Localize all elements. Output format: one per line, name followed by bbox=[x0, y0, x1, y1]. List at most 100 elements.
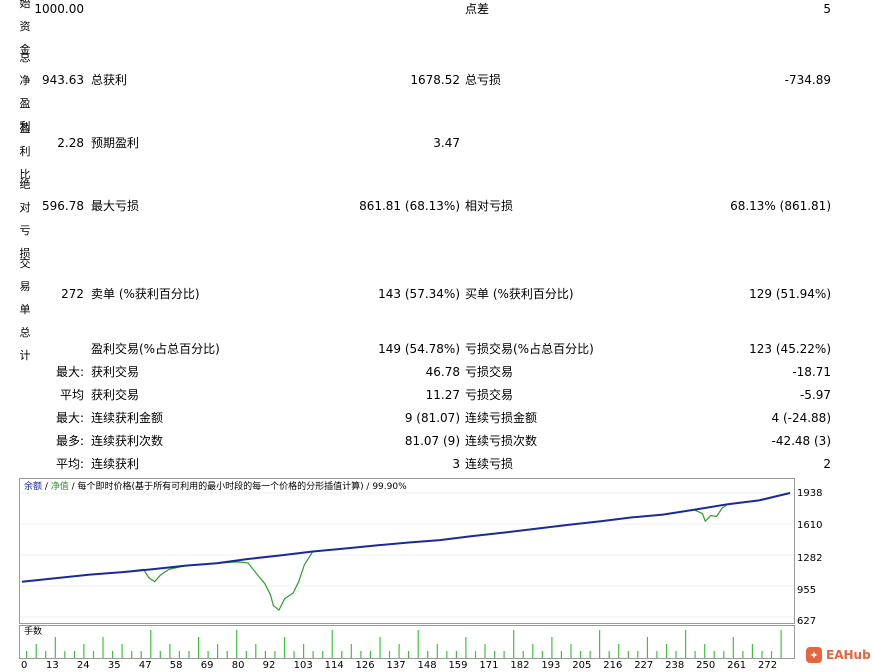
y-tick-label: 955 bbox=[797, 585, 817, 596]
volume-bar bbox=[26, 651, 28, 658]
volume-bar bbox=[608, 651, 610, 658]
volume-bar bbox=[474, 651, 477, 658]
row-value: 1000.00 bbox=[34, 2, 84, 16]
stat-label-2: 连续亏损 bbox=[465, 457, 514, 471]
row-value-2: 68.13% (861.81) bbox=[730, 199, 831, 213]
volume-bar bbox=[398, 644, 400, 658]
row-label-2: 总亏损 bbox=[465, 73, 502, 87]
volume-bar bbox=[35, 644, 37, 658]
y-tick-label: 1938 bbox=[797, 488, 823, 499]
x-tick-label: 238 bbox=[665, 660, 685, 671]
chart-legend: 余额 / 净值 / 每个即时价格(基于所有可利用的最小时段的每一个价格的分形插值… bbox=[24, 481, 407, 493]
stat-value-1: 149 (54.78%) bbox=[378, 342, 460, 356]
volume-bar bbox=[484, 644, 486, 658]
row-value-1: 3.47 bbox=[433, 136, 460, 150]
y-tick-label: 1282 bbox=[797, 553, 823, 564]
volume-bar bbox=[236, 630, 238, 658]
volume-bar bbox=[45, 651, 47, 658]
stat-lead: 平均: bbox=[55, 457, 84, 471]
volume-bar bbox=[207, 651, 209, 658]
stat-label-2: 亏损交易(%占总百分比) bbox=[465, 342, 594, 356]
row-label-1: 总获利 bbox=[91, 73, 128, 87]
volume-bar bbox=[465, 637, 467, 658]
row-label-2: 买单 (%获利百分比) bbox=[465, 287, 574, 301]
volume-bar bbox=[665, 644, 668, 658]
stat-label-1: 连续获利金额 bbox=[91, 411, 164, 425]
volume-bar bbox=[780, 630, 782, 658]
x-tick-label: 92 bbox=[262, 660, 276, 671]
row-value-2: -734.89 bbox=[784, 73, 831, 87]
x-tick-label: 182 bbox=[510, 660, 530, 671]
volume-bar bbox=[685, 630, 687, 658]
volume-bar bbox=[417, 630, 419, 658]
volume-bar bbox=[217, 644, 219, 658]
stat-label-1: 获利交易 bbox=[91, 365, 140, 379]
volume-bar bbox=[64, 651, 66, 658]
row-value: 596.78 bbox=[42, 199, 84, 213]
volume-bar bbox=[570, 644, 572, 658]
volume-bar bbox=[293, 651, 295, 658]
row-value: 2.28 bbox=[57, 136, 84, 150]
x-tick-label: 103 bbox=[293, 660, 313, 671]
volume-bar bbox=[742, 651, 744, 658]
volume-bar bbox=[723, 651, 725, 658]
stat-label-1: 连续获利次数 bbox=[91, 434, 164, 448]
volume-bar bbox=[522, 651, 524, 658]
stat-value-1: 9 (81.07) bbox=[404, 411, 460, 425]
row-value: 943.63 bbox=[42, 73, 84, 87]
stat-label-2: 亏损交易 bbox=[465, 388, 514, 402]
volume-bar bbox=[369, 651, 371, 658]
stat-label-1: 盈利交易(%占总百分比) bbox=[91, 342, 220, 356]
volume-bar bbox=[589, 651, 591, 658]
x-tick-label: 69 bbox=[200, 660, 214, 671]
volume-bar bbox=[579, 651, 582, 658]
x-tick-label: 205 bbox=[572, 660, 592, 671]
y-tick-label: 627 bbox=[797, 616, 817, 627]
equity-line bbox=[21, 492, 791, 612]
balance-line bbox=[21, 492, 791, 583]
x-tick-label: 114 bbox=[324, 660, 344, 671]
volume-bar bbox=[264, 651, 266, 658]
balance-chart-svg bbox=[20, 492, 794, 618]
stat-value-1: 81.07 (9) bbox=[404, 434, 460, 448]
volume-bar bbox=[150, 630, 152, 658]
volume-bar bbox=[656, 651, 658, 658]
stat-label-1: 获利交易 bbox=[91, 388, 140, 402]
x-tick-label: 227 bbox=[634, 660, 654, 671]
row-value-1: 861.81 (68.13%) bbox=[359, 199, 460, 213]
volume-bar bbox=[732, 637, 734, 658]
volume-bar bbox=[178, 651, 180, 658]
volume-bar bbox=[197, 637, 200, 658]
volume-bar bbox=[675, 651, 677, 658]
volume-bar bbox=[494, 651, 496, 658]
volume-bar bbox=[322, 651, 324, 658]
volume-bar bbox=[427, 651, 429, 658]
volume-bar bbox=[455, 651, 457, 658]
volume-bar bbox=[121, 644, 123, 658]
volume-bar bbox=[532, 644, 534, 658]
volume-bar bbox=[599, 630, 601, 658]
x-tick-label: 24 bbox=[76, 660, 90, 671]
stat-value-2: 2 bbox=[823, 457, 831, 471]
x-tick-label: 13 bbox=[45, 660, 59, 671]
row-value-2: 129 (51.94%) bbox=[749, 287, 831, 301]
volume-bar bbox=[627, 651, 629, 658]
volume-bar bbox=[513, 630, 515, 658]
y-tick-label: 1610 bbox=[797, 520, 823, 531]
x-tick-label: 193 bbox=[541, 660, 561, 671]
volume-bar bbox=[169, 644, 171, 658]
volume-bar bbox=[503, 651, 505, 658]
volume-bar bbox=[102, 637, 104, 658]
row-vertical-label: 交易单总计 bbox=[19, 257, 31, 362]
volume-bar bbox=[140, 651, 142, 658]
x-tick-label: 272 bbox=[758, 660, 778, 671]
volume-bar bbox=[560, 651, 562, 658]
x-tick-label: 137 bbox=[386, 660, 406, 671]
volume-bar bbox=[131, 651, 133, 658]
stat-lead: 平均 bbox=[59, 388, 84, 402]
x-tick-label: 35 bbox=[107, 660, 121, 671]
volume-bar bbox=[245, 651, 247, 658]
x-tick-label: 58 bbox=[169, 660, 183, 671]
volume-bar bbox=[341, 651, 343, 658]
row-label-1: 卖单 (%获利百分比) bbox=[91, 287, 200, 301]
